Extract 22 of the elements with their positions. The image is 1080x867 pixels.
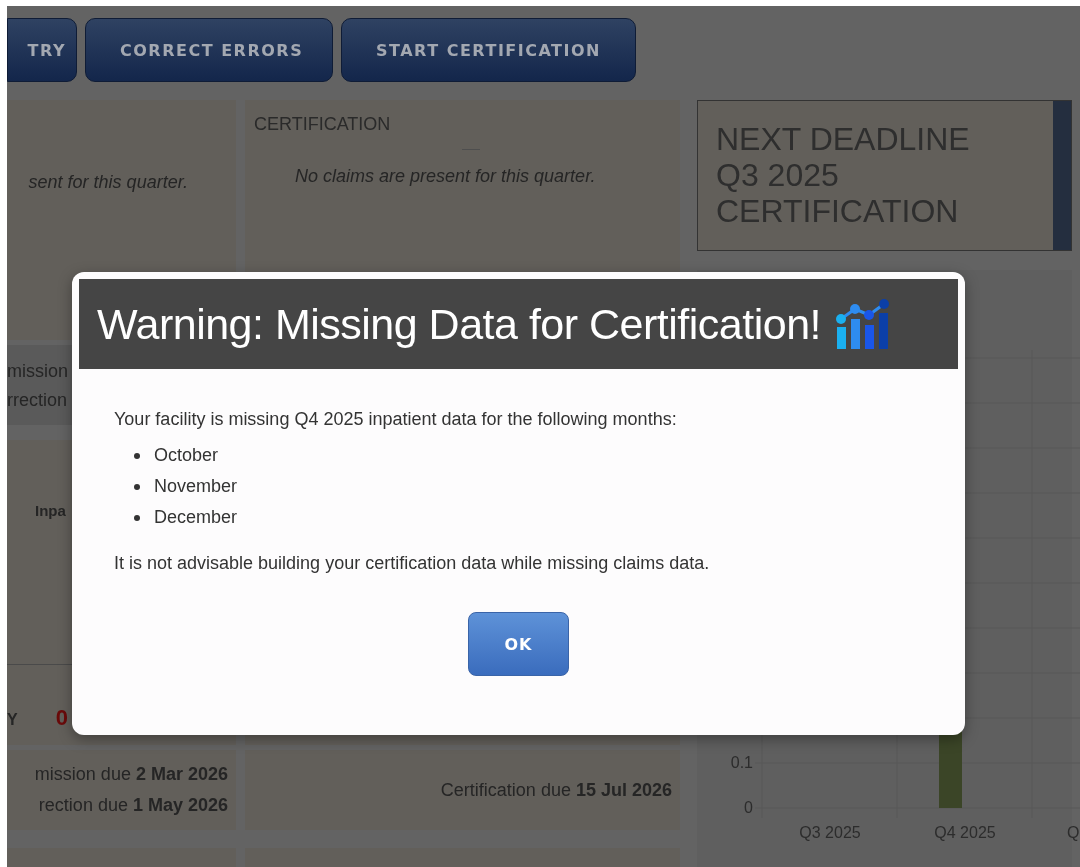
due-date-text: mission due 2 Mar 2026 <box>34 763 228 786</box>
month-item: December <box>154 506 238 529</box>
toolbar-button[interactable]: START CERTIFICATION <box>341 18 636 82</box>
due-date-text: rection due 1 May 2026 <box>38 794 228 817</box>
total-label: Y <box>7 711 18 729</box>
month-item: October <box>154 444 219 467</box>
bullet-icon <box>134 483 140 490</box>
ok-button[interactable]: OK <box>468 612 569 676</box>
due-date-text: Certification due 15 Jul 2026 <box>440 778 672 802</box>
total-value: 0 <box>55 705 68 731</box>
chart-icon <box>835 299 891 349</box>
dialog-message: Your facility is missing Q4 2025 inpatient data for the following months: <box>114 409 678 430</box>
month-item: November <box>154 475 238 498</box>
dialog-title: Warning: Missing Data for Certification! <box>97 299 821 349</box>
column-header: Inpa <box>35 502 66 519</box>
dialog-message: It is not advisable building your certification data while missing claims data. <box>114 553 711 574</box>
empty-message: No claims are present for this quarter. <box>295 166 597 187</box>
toolbar-button[interactable]: TRY <box>7 18 77 82</box>
toolbar-button[interactable]: CORRECT ERRORS <box>85 18 333 82</box>
panel-title: CERTIFICATION <box>254 114 392 135</box>
bullet-icon <box>134 452 140 459</box>
bullet-icon <box>134 514 140 521</box>
